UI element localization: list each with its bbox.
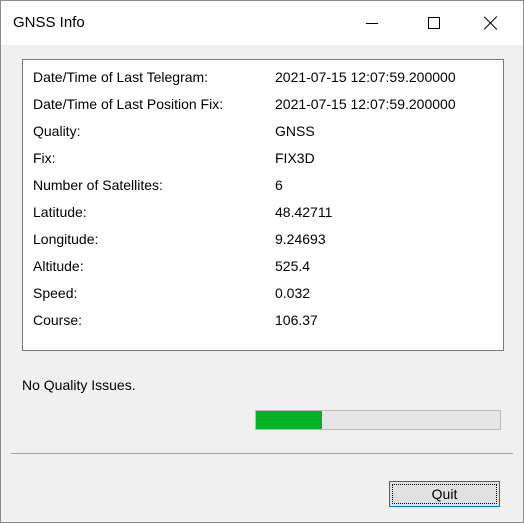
info-label: Fix: bbox=[33, 150, 56, 166]
info-value: 0.032 bbox=[275, 285, 311, 301]
separator bbox=[11, 453, 513, 454]
window-title: GNSS Info bbox=[13, 14, 85, 31]
quality-status-text: No Quality Issues. bbox=[22, 377, 136, 393]
progress-fill bbox=[256, 411, 322, 429]
info-label: Speed: bbox=[33, 285, 78, 301]
minimize-button[interactable] bbox=[349, 1, 395, 45]
focus-rectangle bbox=[392, 484, 497, 504]
info-value: GNSS bbox=[275, 123, 315, 139]
info-value: 6 bbox=[275, 177, 283, 193]
info-label: Altitude: bbox=[33, 258, 84, 274]
minimize-icon bbox=[366, 22, 378, 24]
info-value: FIX3D bbox=[275, 150, 315, 166]
gnss-info-window: GNSS Info Date/Time of Last Telegram: 20… bbox=[0, 0, 524, 523]
info-label: Latitude: bbox=[33, 204, 87, 220]
info-value: 106.37 bbox=[275, 312, 318, 328]
quality-progress-bar bbox=[255, 410, 501, 430]
info-value: 525.4 bbox=[275, 258, 311, 274]
info-label: Date/Time of Last Telegram: bbox=[33, 69, 209, 85]
gnss-info-list: Date/Time of Last Telegram: 2021-07-15 1… bbox=[22, 59, 504, 351]
info-value: 2021-07-15 12:07:59.200000 bbox=[275, 96, 456, 112]
info-label: Course: bbox=[33, 312, 83, 328]
info-label: Number of Satellites: bbox=[33, 177, 163, 193]
info-label: Date/Time of Last Position Fix: bbox=[33, 96, 224, 112]
info-value: 9.24693 bbox=[275, 231, 326, 247]
close-button[interactable] bbox=[468, 1, 514, 45]
maximize-icon bbox=[428, 17, 440, 29]
info-value: 2021-07-15 12:07:59.200000 bbox=[275, 69, 456, 85]
title-bar[interactable]: GNSS Info bbox=[1, 1, 523, 45]
maximize-button[interactable] bbox=[411, 1, 457, 45]
info-label: Quality: bbox=[33, 123, 81, 139]
close-icon bbox=[484, 16, 498, 30]
info-label: Longitude: bbox=[33, 231, 99, 247]
info-value: 48.42711 bbox=[275, 204, 333, 220]
quit-button[interactable]: Quit bbox=[389, 481, 500, 507]
